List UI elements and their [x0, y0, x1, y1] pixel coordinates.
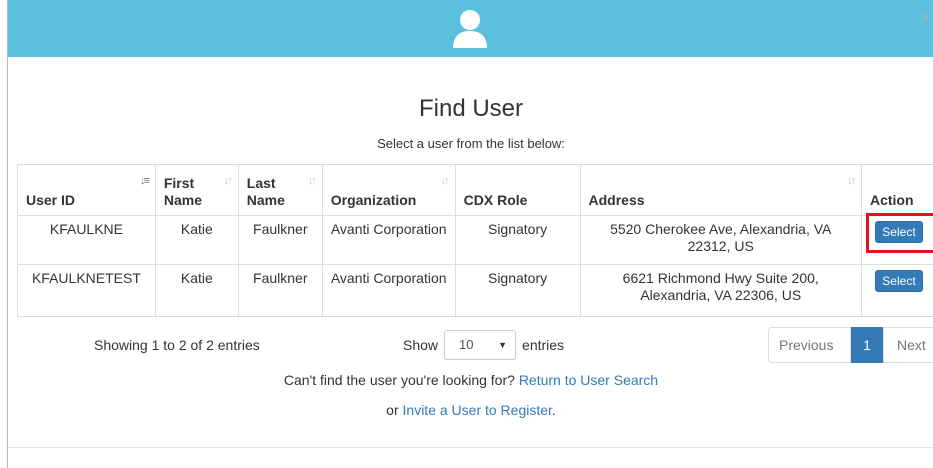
cell-user-id: KFAULKNE: [17, 215, 156, 265]
cell-first-name: Katie: [154, 264, 239, 317]
column-header-action: Action: [860, 164, 933, 216]
previous-page-button[interactable]: Previous: [768, 327, 851, 363]
cell-action: Select: [860, 264, 933, 317]
cell-last-name: Faulkner: [237, 264, 323, 317]
footer-divider: [8, 447, 933, 448]
sort-icon: ↓↑: [223, 175, 233, 187]
select-user-button[interactable]: Select: [875, 221, 923, 243]
table-row: KFAULKNE Katie Faulkner Avanti Corporati…: [17, 215, 933, 265]
cell-role: Signatory: [454, 264, 581, 317]
column-header-first-name[interactable]: First Name ↓↑: [154, 164, 239, 216]
column-header-address[interactable]: Address ↓↑: [579, 164, 862, 216]
invite-user-link[interactable]: Invite a User to Register: [403, 402, 552, 418]
column-header-last-name[interactable]: Last Name ↓↑: [237, 164, 323, 216]
show-label: Show: [403, 337, 439, 353]
footer-line-2: or Invite a User to Register.: [386, 402, 556, 418]
close-button[interactable]: ×: [920, 9, 933, 29]
sort-icon: ↓↑: [846, 175, 856, 187]
cell-last-name: Faulkner: [237, 215, 323, 265]
cell-first-name: Katie: [154, 215, 239, 265]
page-length-select[interactable]: 10 ▼: [444, 330, 517, 360]
footer-line-1: Can't find the user you're looking for? …: [283, 372, 659, 388]
cell-organization: Avanti Corporation: [321, 215, 456, 265]
users-table: User ID ↓≡ First Name ↓↑ Last Name ↓↑ Or…: [17, 164, 933, 317]
caret-down-icon: ▼: [498, 340, 508, 350]
select-user-button[interactable]: Select: [875, 270, 923, 292]
user-icon: [453, 10, 487, 48]
modal-header: ×: [8, 0, 933, 57]
table-row: KFAULKNETEST Katie Faulkner Avanti Corpo…: [17, 264, 933, 317]
column-header-user-id[interactable]: User ID ↓≡: [17, 164, 156, 216]
cell-action: Select: [860, 215, 933, 265]
page-1-button[interactable]: 1: [851, 327, 883, 363]
next-page-button[interactable]: Next: [883, 327, 933, 363]
page-title: Find User: [418, 95, 524, 122]
return-to-user-search-link[interactable]: Return to User Search: [519, 372, 658, 388]
page-subtitle: Select a user from the list below:: [377, 136, 565, 151]
column-header-organization[interactable]: Organization ↓↑: [321, 164, 456, 216]
cell-user-id: KFAULKNETEST: [17, 264, 156, 317]
cell-role: Signatory: [454, 215, 581, 265]
table-header-row: User ID ↓≡ First Name ↓↑ Last Name ↓↑ Or…: [17, 164, 933, 216]
cell-organization: Avanti Corporation: [321, 264, 456, 317]
sort-icon: ↓↑: [307, 175, 317, 187]
pagination: Previous 1 Next: [768, 327, 933, 363]
cell-address: 6621 Richmond Hwy Suite 200, Alexandria,…: [579, 264, 862, 317]
sort-asc-icon: ↓≡: [139, 175, 150, 187]
sort-icon: ↓↑: [440, 175, 450, 187]
column-header-cdx-role[interactable]: CDX Role: [454, 164, 581, 216]
cell-address: 5520 Cherokee Ave, Alexandria, VA 22312,…: [579, 215, 862, 265]
table-info: Showing 1 to 2 of 2 entries: [94, 337, 260, 353]
find-user-modal: × Find User Select a user from the list …: [7, 0, 933, 468]
entries-label: entries: [522, 337, 565, 353]
page-length-control: Show 10 ▼ entries: [403, 330, 564, 360]
